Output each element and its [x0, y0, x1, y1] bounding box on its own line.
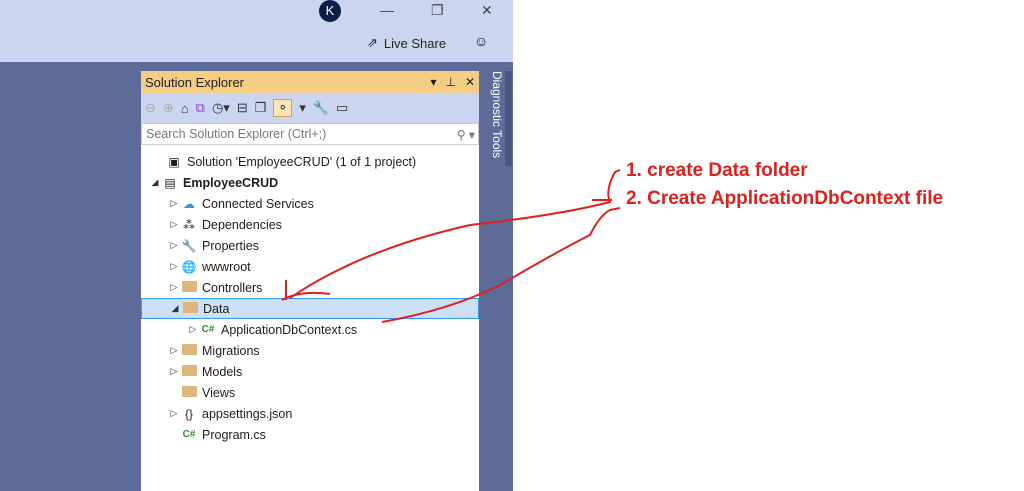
annotation-scribbles: [281, 169, 621, 323]
annotation-line-1: [281, 169, 621, 301]
annotation-line-2: [381, 199, 621, 323]
